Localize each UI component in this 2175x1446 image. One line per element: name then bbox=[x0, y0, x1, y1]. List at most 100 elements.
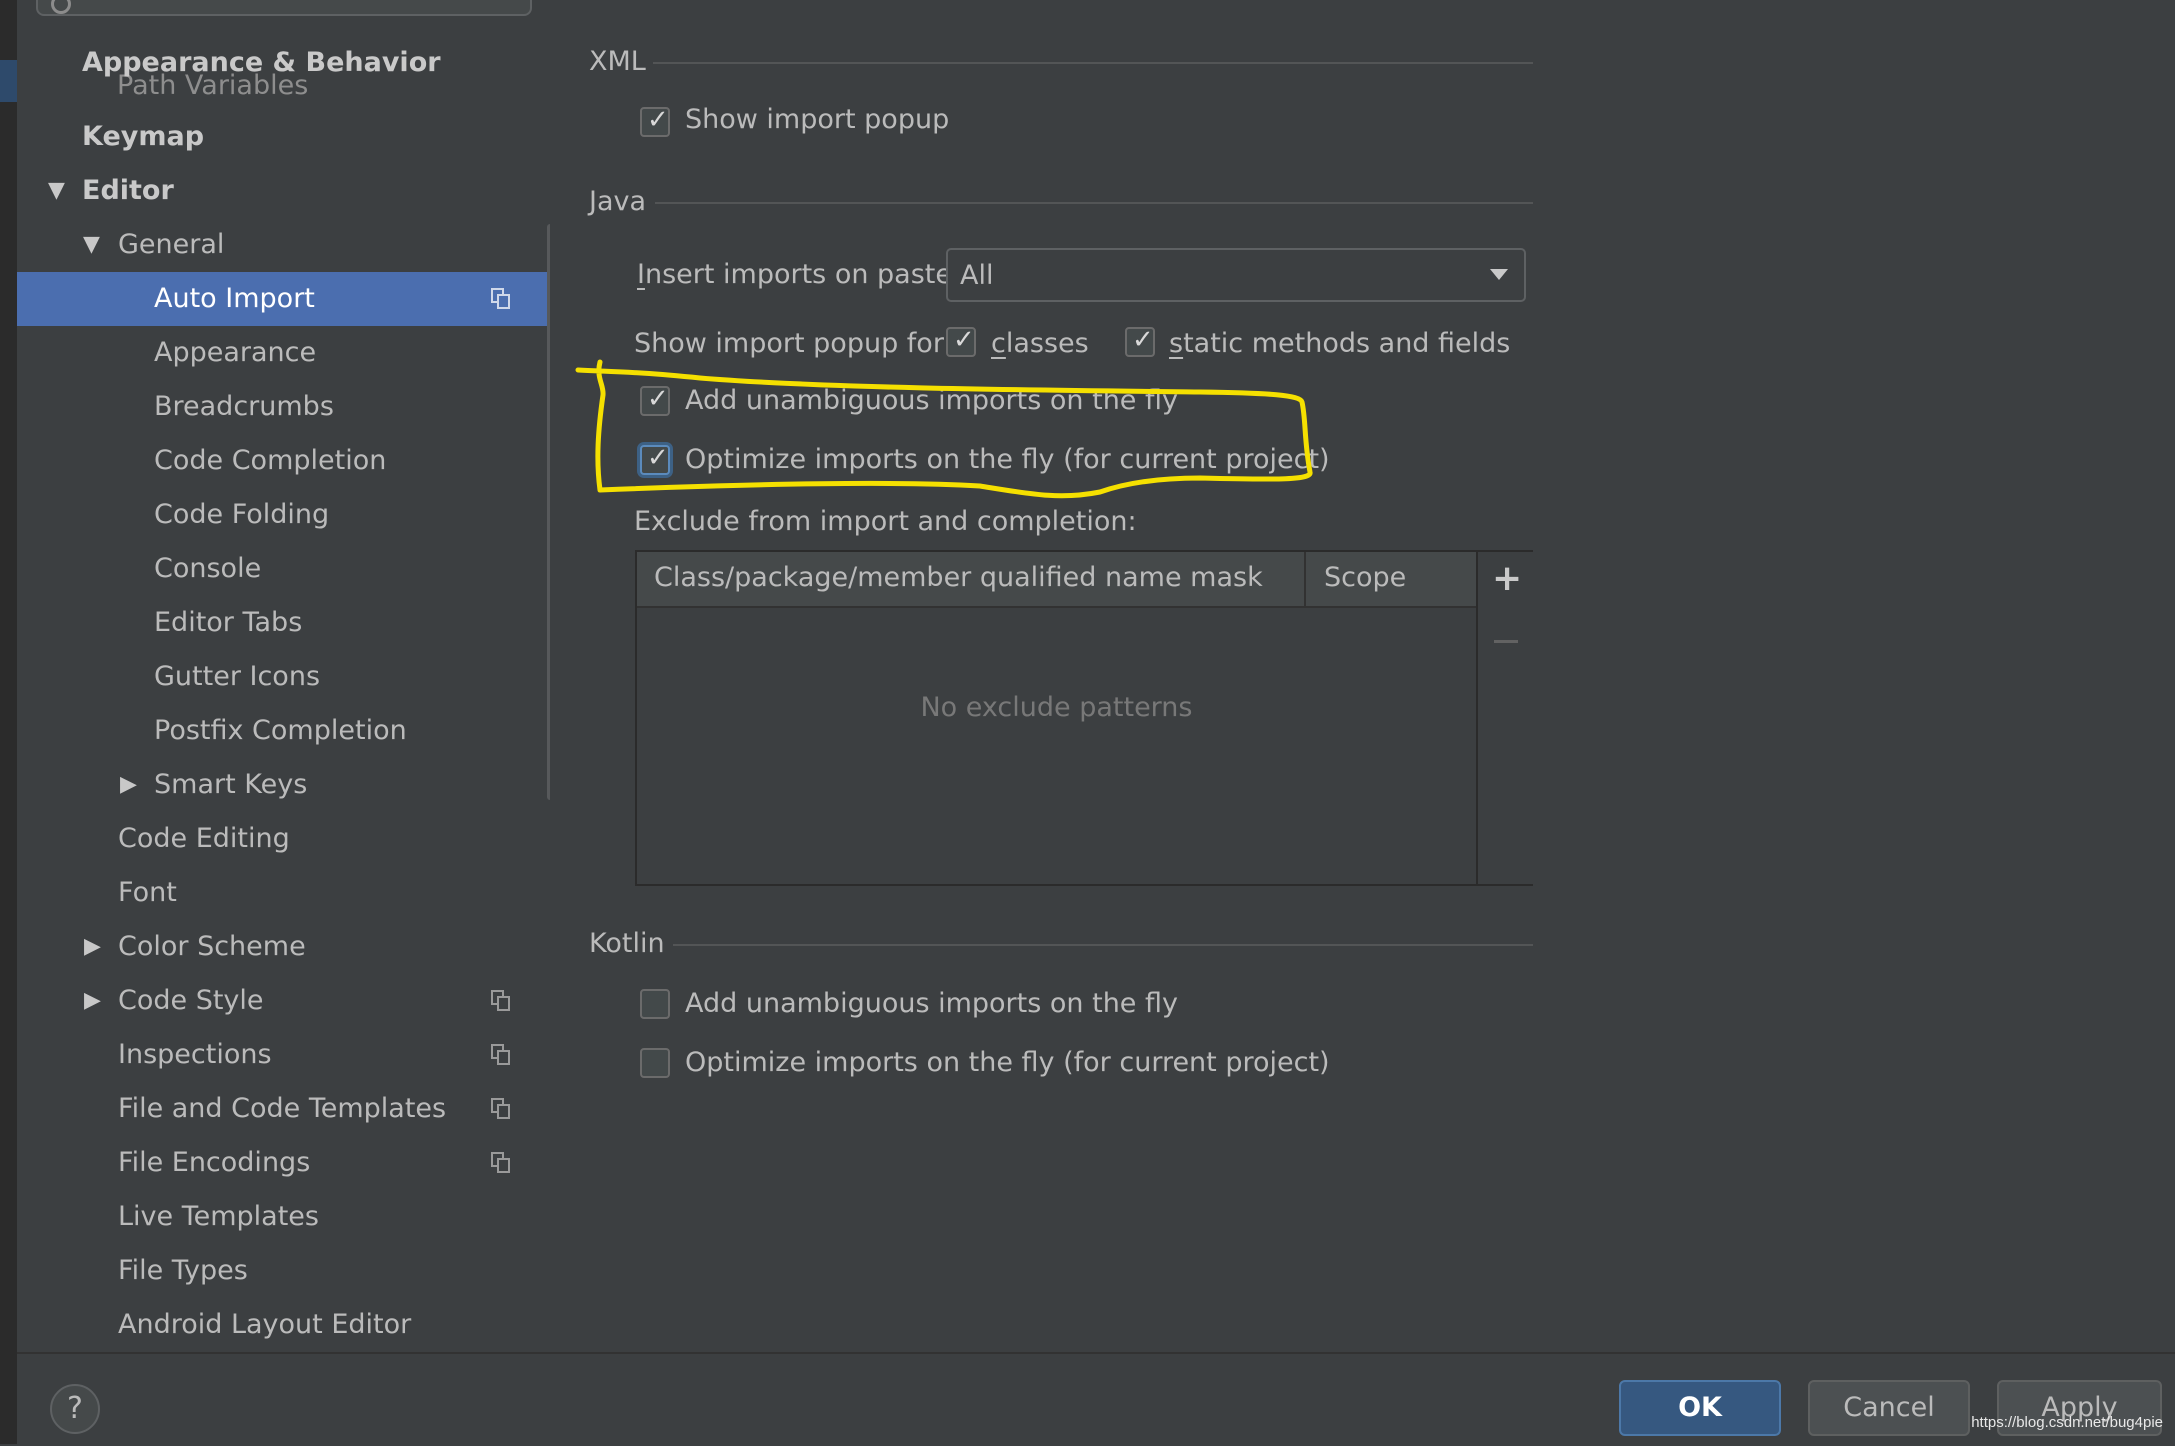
chevron-down-icon bbox=[1490, 269, 1508, 280]
sidebar-item-label: File Types bbox=[118, 1255, 248, 1286]
section-divider bbox=[655, 202, 1533, 204]
sidebar-item-label: Code Completion bbox=[154, 445, 387, 476]
window-edge bbox=[0, 0, 17, 1444]
sidebar-item-label: Breadcrumbs bbox=[154, 391, 334, 422]
sidebar-item-label: Live Templates bbox=[118, 1201, 319, 1232]
column-separator[interactable] bbox=[1304, 552, 1306, 606]
exclude-label: Exclude from import and completion: bbox=[634, 506, 1137, 537]
sidebar-item-label: File and Code Templates bbox=[118, 1093, 447, 1124]
project-settings-icon bbox=[491, 990, 511, 1012]
kotlin-add-unambiguous-checkbox[interactable] bbox=[640, 989, 670, 1019]
section-divider bbox=[673, 944, 1533, 946]
checkmark-icon: ✓ bbox=[1132, 325, 1154, 355]
project-settings-icon bbox=[491, 288, 511, 310]
show-import-popup-checkbox[interactable]: ✓ bbox=[640, 105, 670, 137]
collapsed-arrow-icon[interactable]: ▶ bbox=[84, 974, 101, 1028]
sidebar-item-label: Postfix Completion bbox=[154, 715, 407, 746]
sidebar-item-live-templates[interactable]: Live Templates bbox=[17, 1190, 550, 1244]
search-input[interactable] bbox=[36, 0, 532, 16]
sidebar-item-code-editing[interactable]: Code Editing bbox=[17, 812, 550, 866]
sidebar-item-general[interactable]: ▼ General bbox=[17, 218, 550, 272]
classes-label[interactable]: classes bbox=[991, 328, 1089, 359]
show-import-popup-label[interactable]: Show import popup bbox=[685, 104, 949, 135]
sidebar-item-code-folding[interactable]: Code Folding bbox=[17, 488, 550, 542]
checkmark-icon: ✓ bbox=[647, 105, 669, 135]
sidebar-item-label: Code Folding bbox=[154, 499, 330, 530]
window-edge-marker bbox=[0, 60, 17, 102]
static-methods-label[interactable]: static methods and fields bbox=[1169, 328, 1510, 359]
collapsed-arrow-icon[interactable]: ▶ bbox=[120, 758, 137, 812]
checkmark-icon: ✓ bbox=[647, 384, 669, 414]
sidebar-item-font[interactable]: Font bbox=[17, 866, 550, 920]
project-settings-icon bbox=[491, 1098, 511, 1120]
sidebar-item-gutter-icons[interactable]: Gutter Icons bbox=[17, 650, 550, 704]
checkmark-icon: ✓ bbox=[953, 325, 975, 355]
section-divider bbox=[653, 62, 1533, 64]
help-button[interactable]: ? bbox=[50, 1384, 100, 1434]
project-settings-icon bbox=[491, 1044, 511, 1066]
sidebar-item-label: Auto Import bbox=[154, 283, 315, 314]
sidebar-item-editor-tabs[interactable]: Editor Tabs bbox=[17, 596, 550, 650]
sidebar-item-code-completion[interactable]: Code Completion bbox=[17, 434, 550, 488]
java-optimize-imports-checkbox[interactable]: ✓ bbox=[640, 443, 670, 475]
expanded-arrow-icon[interactable]: ▼ bbox=[48, 164, 65, 218]
column-header-mask[interactable]: Class/package/member qualified name mask bbox=[654, 562, 1263, 593]
sidebar-item-file-types[interactable]: File Types bbox=[17, 1244, 550, 1298]
ok-button[interactable]: OK bbox=[1619, 1380, 1781, 1436]
sidebar-item-postfix-completion[interactable]: Postfix Completion bbox=[17, 704, 550, 758]
watermark-text: https://blog.csdn.net/bug4pie bbox=[1971, 1414, 2163, 1431]
column-header-scope[interactable]: Scope bbox=[1324, 562, 1406, 593]
expanded-arrow-icon[interactable]: ▼ bbox=[83, 218, 100, 272]
sidebar-item-label: Appearance & Behavior bbox=[82, 47, 441, 78]
sidebar-item-breadcrumbs[interactable]: Breadcrumbs bbox=[17, 380, 550, 434]
exclude-table[interactable]: Class/package/member qualified name mask… bbox=[635, 550, 1535, 886]
sidebar-item-color-scheme[interactable]: ▶ Color Scheme bbox=[17, 920, 550, 974]
project-settings-icon bbox=[491, 1152, 511, 1174]
sidebar-item-label: Font bbox=[118, 877, 177, 908]
sidebar-item-code-style[interactable]: ▶ Code Style bbox=[17, 974, 550, 1028]
sidebar-item-smart-keys[interactable]: ▶ Smart Keys bbox=[17, 758, 550, 812]
cancel-button[interactable]: Cancel bbox=[1808, 1380, 1970, 1436]
insert-imports-select[interactable]: All bbox=[946, 248, 1526, 302]
sidebar-item-file-encodings[interactable]: File Encodings bbox=[17, 1136, 550, 1190]
sidebar-item-label: Editor Tabs bbox=[154, 607, 303, 638]
section-title-xml: XML bbox=[589, 46, 646, 77]
sidebar-item-label: Inspections bbox=[118, 1039, 272, 1070]
sidebar-item-label: File Encodings bbox=[118, 1147, 311, 1178]
classes-checkbox[interactable]: ✓ bbox=[946, 325, 976, 357]
kotlin-add-unambiguous-label[interactable]: Add unambiguous imports on the fly bbox=[685, 988, 1178, 1019]
section-title-java: Java bbox=[589, 186, 647, 217]
sidebar-item-label: Code Style bbox=[118, 985, 264, 1016]
sidebar-item-appearance[interactable]: Appearance bbox=[17, 326, 550, 380]
sidebar-item-label: Code Editing bbox=[118, 823, 290, 854]
sidebar-item-label: Gutter Icons bbox=[154, 661, 321, 692]
sidebar-item-label: Keymap bbox=[82, 121, 205, 152]
sidebar-item-android-layout-editor[interactable]: Android Layout Editor bbox=[17, 1298, 550, 1352]
insert-imports-label: Insert imports on paste: bbox=[637, 259, 962, 290]
sidebar-item-console[interactable]: Console bbox=[17, 542, 550, 596]
collapsed-arrow-icon[interactable]: ▶ bbox=[84, 920, 101, 974]
kotlin-optimize-imports-label[interactable]: Optimize imports on the fly (for current… bbox=[685, 1047, 1330, 1078]
java-add-unambiguous-checkbox[interactable]: ✓ bbox=[640, 384, 670, 416]
kotlin-optimize-imports-checkbox[interactable] bbox=[640, 1048, 670, 1078]
java-optimize-imports-label[interactable]: Optimize imports on the fly (for current… bbox=[685, 444, 1330, 475]
static-methods-checkbox[interactable]: ✓ bbox=[1125, 325, 1155, 357]
java-add-unambiguous-label[interactable]: Add unambiguous imports on the fly bbox=[685, 385, 1178, 416]
add-icon[interactable]: + bbox=[1492, 558, 1522, 599]
sidebar-item-file-and-code-templates[interactable]: File and Code Templates bbox=[17, 1082, 550, 1136]
sidebar-item-label: Color Scheme bbox=[118, 931, 306, 962]
sidebar-item-label: Console bbox=[154, 553, 262, 584]
table-toolbar: + bbox=[1476, 552, 1535, 884]
section-title-kotlin: Kotlin bbox=[589, 928, 665, 959]
sidebar-item-auto-import[interactable]: Auto Import bbox=[17, 272, 550, 326]
sidebar-item-appearance-behavior[interactable]: Appearance & Behavior bbox=[17, 36, 550, 90]
show-popup-for-label: Show import popup for: bbox=[634, 328, 953, 359]
empty-table-text: No exclude patterns bbox=[920, 692, 1193, 723]
sidebar-item-editor[interactable]: ▼ Editor bbox=[17, 164, 550, 218]
table-header: Class/package/member qualified name mask… bbox=[637, 552, 1476, 608]
sidebar-item-inspections[interactable]: Inspections bbox=[17, 1028, 550, 1082]
remove-icon[interactable] bbox=[1494, 640, 1518, 643]
sidebar-item-label: Appearance bbox=[154, 337, 317, 368]
sidebar-item-keymap[interactable]: Keymap bbox=[17, 110, 550, 164]
settings-sidebar[interactable]: Path Variables Appearance & Behavior Key… bbox=[17, 0, 550, 1352]
